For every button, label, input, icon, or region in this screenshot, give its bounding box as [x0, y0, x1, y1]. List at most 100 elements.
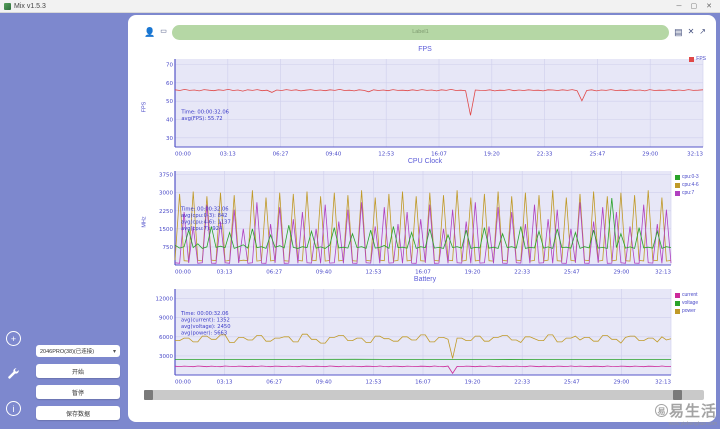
svg-text:22:33: 22:33	[514, 380, 530, 386]
svg-text:29:00: 29:00	[642, 152, 658, 158]
close-button[interactable]: ✕	[706, 3, 712, 10]
fps-y-axis-label: FPS	[141, 101, 148, 113]
svg-text:00:00: 00:00	[175, 270, 191, 276]
battery-chart-title: Battery	[413, 276, 437, 283]
legend-item: power	[675, 308, 708, 314]
legend-item: cpu:7	[675, 190, 708, 196]
watermark-logo: 易	[654, 404, 668, 417]
pause-button[interactable]: 暂停	[36, 385, 120, 399]
svg-text:09:40: 09:40	[325, 152, 341, 158]
maximize-button[interactable]: ▢	[691, 3, 698, 10]
svg-text:19:20: 19:20	[465, 270, 481, 276]
svg-text:19:20: 19:20	[465, 380, 481, 386]
watermark-url: www.yishenghuo.com	[668, 421, 717, 427]
fps-chart: FPS FPS 00:00 03:13 06:27 09:40 12:53 16:07 19…	[140, 46, 710, 158]
fps-plot[interactable]: 00:00 03:13 06:27 09:40 12:53 16:07 19:20 22:33…	[149, 56, 707, 158]
cpu-y-axis-label: MHz	[141, 216, 148, 228]
legend-item: current	[675, 292, 708, 298]
svg-text:16:07: 16:07	[431, 152, 447, 158]
svg-text:avg(cpu:7): 924: avg(cpu:7): 924	[181, 226, 223, 232]
scrollbar-left-handle[interactable]	[144, 390, 153, 400]
cpu-clock-chart: CPU Clock MHz 00:00 03:13 06:27 09:40 12:53 1…	[140, 158, 710, 276]
add-device-icon[interactable]: +	[6, 331, 21, 346]
svg-text:03:13: 03:13	[217, 380, 233, 386]
svg-text:25:47: 25:47	[564, 270, 580, 276]
save-icon[interactable]: ▤	[674, 27, 683, 37]
watermark: 易易生活 www.yishenghuo.com	[654, 400, 717, 427]
svg-text:22:33: 22:33	[537, 152, 553, 158]
sidebar-icon-rail: + i	[6, 331, 21, 416]
chevron-down-icon: ▾	[112, 348, 116, 355]
session-label: Label1	[412, 29, 429, 35]
svg-text:03:13: 03:13	[220, 152, 236, 158]
svg-text:16:07: 16:07	[415, 380, 431, 386]
svg-text:avg(cpu:0-3): 842: avg(cpu:0-3): 842	[181, 213, 228, 219]
svg-text:avg(power): 5663: avg(power): 5663	[181, 330, 227, 336]
info-icon[interactable]: i	[6, 401, 21, 416]
app-icon	[4, 2, 11, 10]
device-select-value: 2046PRO(38)(已连接)	[40, 349, 95, 355]
svg-text:9000: 9000	[159, 316, 173, 322]
svg-text:Time: 00:00:32.06: Time: 00:00:32.06	[180, 110, 229, 116]
window-title: Mix v1.5.3	[14, 2, 46, 10]
svg-text:19:20: 19:20	[484, 152, 500, 158]
svg-text:50: 50	[166, 99, 173, 105]
svg-text:29:00: 29:00	[613, 380, 629, 386]
svg-text:3000: 3000	[159, 191, 173, 197]
settings-wrench-icon[interactable]	[6, 366, 21, 381]
battery-legend: current voltage power	[675, 286, 708, 386]
svg-text:32:13: 32:13	[655, 270, 671, 276]
svg-text:25:47: 25:47	[564, 380, 580, 386]
toolbar: 👤 ▭ Label1 ▤ ✕ ↗	[144, 22, 706, 42]
device-icon[interactable]: ▭	[160, 27, 167, 37]
svg-text:12:53: 12:53	[378, 152, 394, 158]
cpu-legend: cpu:0-3 cpu:4-6 cpu:7	[675, 168, 708, 276]
sidebar-controls: 2046PRO(38)(已连接) ▾ 开始 暂停 保存数据	[36, 345, 120, 420]
svg-text:00:00: 00:00	[175, 380, 191, 386]
svg-text:29:00: 29:00	[613, 270, 629, 276]
fps-legend: FPS	[689, 56, 706, 62]
svg-text:06:27: 06:27	[266, 380, 282, 386]
svg-text:2250: 2250	[159, 209, 173, 215]
timeline-scrollbar[interactable]	[144, 390, 704, 400]
svg-text:70: 70	[166, 63, 173, 69]
clear-icon[interactable]: ✕	[688, 27, 695, 37]
title-bar: Mix v1.5.3 ─ ▢ ✕	[0, 0, 720, 13]
battery-chart: Battery 00:00 03:13 06:27 09:40 12:53 16:07 19…	[140, 276, 710, 386]
svg-text:12:53: 12:53	[365, 380, 381, 386]
svg-text:25:47: 25:47	[589, 152, 605, 158]
user-icon[interactable]: 👤	[144, 27, 155, 37]
svg-text:03:13: 03:13	[217, 270, 233, 276]
cpu-chart-title: CPU Clock	[407, 158, 443, 165]
svg-text:00:00: 00:00	[175, 152, 191, 158]
svg-text:06:27: 06:27	[273, 152, 289, 158]
save-data-button[interactable]: 保存数据	[36, 406, 120, 420]
scrollbar-right-handle[interactable]	[673, 390, 682, 400]
svg-text:32:13: 32:13	[655, 380, 671, 386]
svg-text:1500: 1500	[159, 227, 173, 233]
legend-item: cpu:4-6	[675, 182, 708, 188]
svg-text:avg(current): 1352: avg(current): 1352	[181, 317, 230, 323]
svg-text:3000: 3000	[159, 354, 173, 360]
svg-text:40: 40	[166, 118, 173, 124]
main-panel: 👤 ▭ Label1 ▤ ✕ ↗ FPS FPS 00:00 03:13 06:27…	[128, 15, 716, 422]
svg-text:12:53: 12:53	[365, 270, 381, 276]
watermark-brand: 易生活	[668, 403, 717, 420]
minimize-button[interactable]: ─	[677, 3, 682, 10]
cpu-plot[interactable]: 00:00 03:13 06:27 09:40 12:53 16:07 19:20 22:33…	[149, 168, 675, 276]
svg-text:avg(cpu:4-6): 1137: avg(cpu:4-6): 1137	[181, 219, 231, 225]
svg-text:avg(FPS): 55.72: avg(FPS): 55.72	[181, 116, 222, 122]
svg-text:Time: 00:00:32.06: Time: 00:00:32.06	[180, 311, 229, 317]
legend-item: voltage	[675, 300, 708, 306]
svg-text:12000: 12000	[156, 297, 174, 303]
svg-text:09:40: 09:40	[316, 380, 332, 386]
export-icon[interactable]: ↗	[699, 27, 706, 37]
session-label-bar[interactable]: Label1	[171, 24, 670, 40]
battery-plot[interactable]: 00:00 03:13 06:27 09:40 12:53 16:07 19:20 22:33…	[149, 286, 675, 386]
svg-text:60: 60	[166, 81, 173, 87]
device-select[interactable]: 2046PRO(38)(已连接) ▾	[36, 345, 120, 357]
svg-text:avg(voltage): 2450: avg(voltage): 2450	[181, 324, 231, 330]
svg-text:32:13: 32:13	[687, 152, 703, 158]
svg-text:3750: 3750	[159, 173, 173, 179]
start-button[interactable]: 开始	[36, 364, 120, 378]
